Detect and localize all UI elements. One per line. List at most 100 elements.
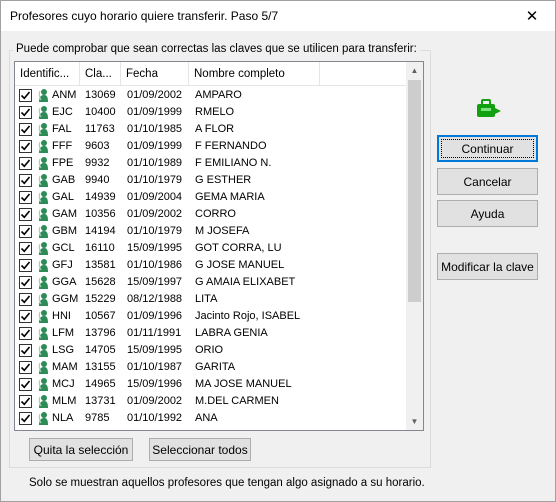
scroll-up-icon[interactable]: ▲ <box>406 62 423 79</box>
row-checkbox[interactable] <box>19 123 32 136</box>
cell-fecha: 01/10/1989 <box>127 157 183 169</box>
seleccionar-todos-button[interactable]: Seleccionar todos <box>149 438 251 461</box>
person-icon <box>36 88 50 103</box>
table-row[interactable]: FAL 11763 01/10/1985 A FLOR <box>15 121 408 138</box>
vertical-scrollbar[interactable]: ▲ ▼ <box>406 62 423 430</box>
table-row[interactable]: FPE 9932 01/10/1989 F EMILIANO N. <box>15 155 408 172</box>
column-header-identificador[interactable]: Identific... <box>15 62 80 86</box>
row-checkbox[interactable] <box>19 106 32 119</box>
cell-fecha: 01/09/1999 <box>127 106 183 118</box>
row-checkbox[interactable] <box>19 327 32 340</box>
ayuda-button[interactable]: Ayuda <box>437 200 538 227</box>
row-checkbox[interactable] <box>19 259 32 272</box>
cell-identificador: LSG <box>52 344 75 356</box>
table-row[interactable]: MLM 13731 01/09/2002 M.DEL CARMEN <box>15 393 408 410</box>
row-checkbox[interactable] <box>19 310 32 323</box>
scroll-down-icon[interactable]: ▼ <box>406 413 423 430</box>
cell-fecha: 15/09/1997 <box>127 276 183 288</box>
table-row[interactable]: LFM 13796 01/11/1991 LABRA GENIA <box>15 325 408 342</box>
close-icon: ✕ <box>525 8 539 25</box>
cell-fecha: 01/11/1991 <box>127 327 182 339</box>
cell-identificador: FFF <box>52 140 73 152</box>
person-icon <box>36 411 50 426</box>
cell-fecha: 01/09/2004 <box>127 191 183 203</box>
cell-nombre: GARITA <box>195 361 236 373</box>
column-header-fecha[interactable]: Fecha <box>121 62 189 86</box>
quita-seleccion-button[interactable]: Quita la selección <box>29 438 133 461</box>
table-row[interactable]: GGA 15628 15/09/1997 G AMAIA ELIXABET <box>15 274 408 291</box>
cell-clave: 16110 <box>85 242 115 254</box>
person-icon <box>36 241 50 256</box>
modificar-clave-button[interactable]: Modificar la clave <box>437 253 538 280</box>
table-row[interactable]: ANM 13069 01/09/2002 AMPARO <box>15 87 408 104</box>
cell-fecha: 01/10/1992 <box>127 412 183 424</box>
cell-clave: 10400 <box>85 106 116 118</box>
person-icon <box>36 326 50 341</box>
row-checkbox[interactable] <box>19 140 32 153</box>
cell-identificador: GAL <box>52 191 75 203</box>
cell-nombre: G ESTHER <box>195 174 252 186</box>
table-row[interactable]: NLA 9785 01/10/1992 ANA <box>15 410 408 427</box>
row-checkbox[interactable] <box>19 412 32 425</box>
person-icon <box>36 190 50 205</box>
cell-identificador: FPE <box>52 157 74 169</box>
column-header-nombre[interactable]: Nombre completo <box>189 62 320 86</box>
cell-clave: 14194 <box>85 225 116 237</box>
table-row[interactable]: GCL 16110 15/09/1995 GOT CORRA, LU <box>15 240 408 257</box>
table-row[interactable]: HNI 10567 01/09/1996 Jacinto Rojo, ISABEL <box>15 308 408 325</box>
cell-nombre: GOT CORRA, LU <box>195 242 282 254</box>
cancelar-button[interactable]: Cancelar <box>437 168 538 195</box>
cell-clave: 15229 <box>85 293 116 305</box>
person-icon <box>36 156 50 171</box>
scroll-thumb[interactable] <box>408 80 421 302</box>
focus-rect <box>441 139 534 158</box>
row-checkbox[interactable] <box>19 361 32 374</box>
close-button[interactable]: ✕ <box>509 1 555 31</box>
seleccionar-label: Seleccionar todos <box>152 442 248 457</box>
cell-clave: 11763 <box>85 123 115 135</box>
table-row[interactable]: GFJ 13581 01/10/1986 G JOSE MANUEL <box>15 257 408 274</box>
cell-clave: 9940 <box>85 174 110 186</box>
person-icon <box>36 105 50 120</box>
person-icon <box>36 343 50 358</box>
cell-nombre: Jacinto Rojo, ISABEL <box>195 310 301 322</box>
cell-nombre: F EMILIANO N. <box>195 157 272 169</box>
cell-clave: 13069 <box>85 89 116 101</box>
cell-fecha: 01/09/2002 <box>127 208 183 220</box>
table-row[interactable]: GAM 10356 01/09/2002 CORRO <box>15 206 408 223</box>
person-icon <box>36 258 50 273</box>
row-checkbox[interactable] <box>19 174 32 187</box>
cell-clave: 13155 <box>85 361 116 373</box>
column-header-clave[interactable]: Cla... <box>80 62 121 86</box>
row-checkbox[interactable] <box>19 191 32 204</box>
row-checkbox[interactable] <box>19 395 32 408</box>
row-checkbox[interactable] <box>19 293 32 306</box>
row-checkbox[interactable] <box>19 208 32 221</box>
row-checkbox[interactable] <box>19 157 32 170</box>
row-checkbox[interactable] <box>19 225 32 238</box>
row-checkbox[interactable] <box>19 344 32 357</box>
list-header: Identific... Cla... Fecha Nombre complet… <box>15 62 408 86</box>
person-icon <box>36 173 50 188</box>
table-row[interactable]: GGM 15229 08/12/1988 LITA <box>15 291 408 308</box>
group-label: Puede comprobar que sean correctas las c… <box>13 43 420 55</box>
row-checkbox[interactable] <box>19 89 32 102</box>
row-checkbox[interactable] <box>19 242 32 255</box>
cell-fecha: 01/09/2002 <box>127 395 183 407</box>
cell-identificador: NLA <box>52 412 74 424</box>
table-row[interactable]: GAL 14939 01/09/2004 GEMA MARIA <box>15 189 408 206</box>
row-checkbox[interactable] <box>19 378 32 391</box>
table-row[interactable]: FFF 9603 01/09/1999 F FERNANDO <box>15 138 408 155</box>
cell-nombre: M.DEL CARMEN <box>195 395 279 407</box>
table-row[interactable]: GAB 9940 01/10/1979 G ESTHER <box>15 172 408 189</box>
table-row[interactable]: MCJ 14965 15/09/1996 MA JOSE MANUEL <box>15 376 408 393</box>
row-checkbox[interactable] <box>19 276 32 289</box>
cell-nombre: A FLOR <box>195 123 235 135</box>
teachers-list[interactable]: Identific... Cla... Fecha Nombre complet… <box>14 61 424 431</box>
table-row[interactable]: MAM 13155 01/10/1987 GARITA <box>15 359 408 376</box>
table-row[interactable]: GBM 14194 01/10/1979 M JOSEFA <box>15 223 408 240</box>
continuar-button[interactable]: Continuar <box>437 135 538 162</box>
table-row[interactable]: EJC 10400 01/09/1999 RMELO <box>15 104 408 121</box>
cell-identificador: GGM <box>52 293 79 305</box>
table-row[interactable]: LSG 14705 15/09/1995 ORIO <box>15 342 408 359</box>
